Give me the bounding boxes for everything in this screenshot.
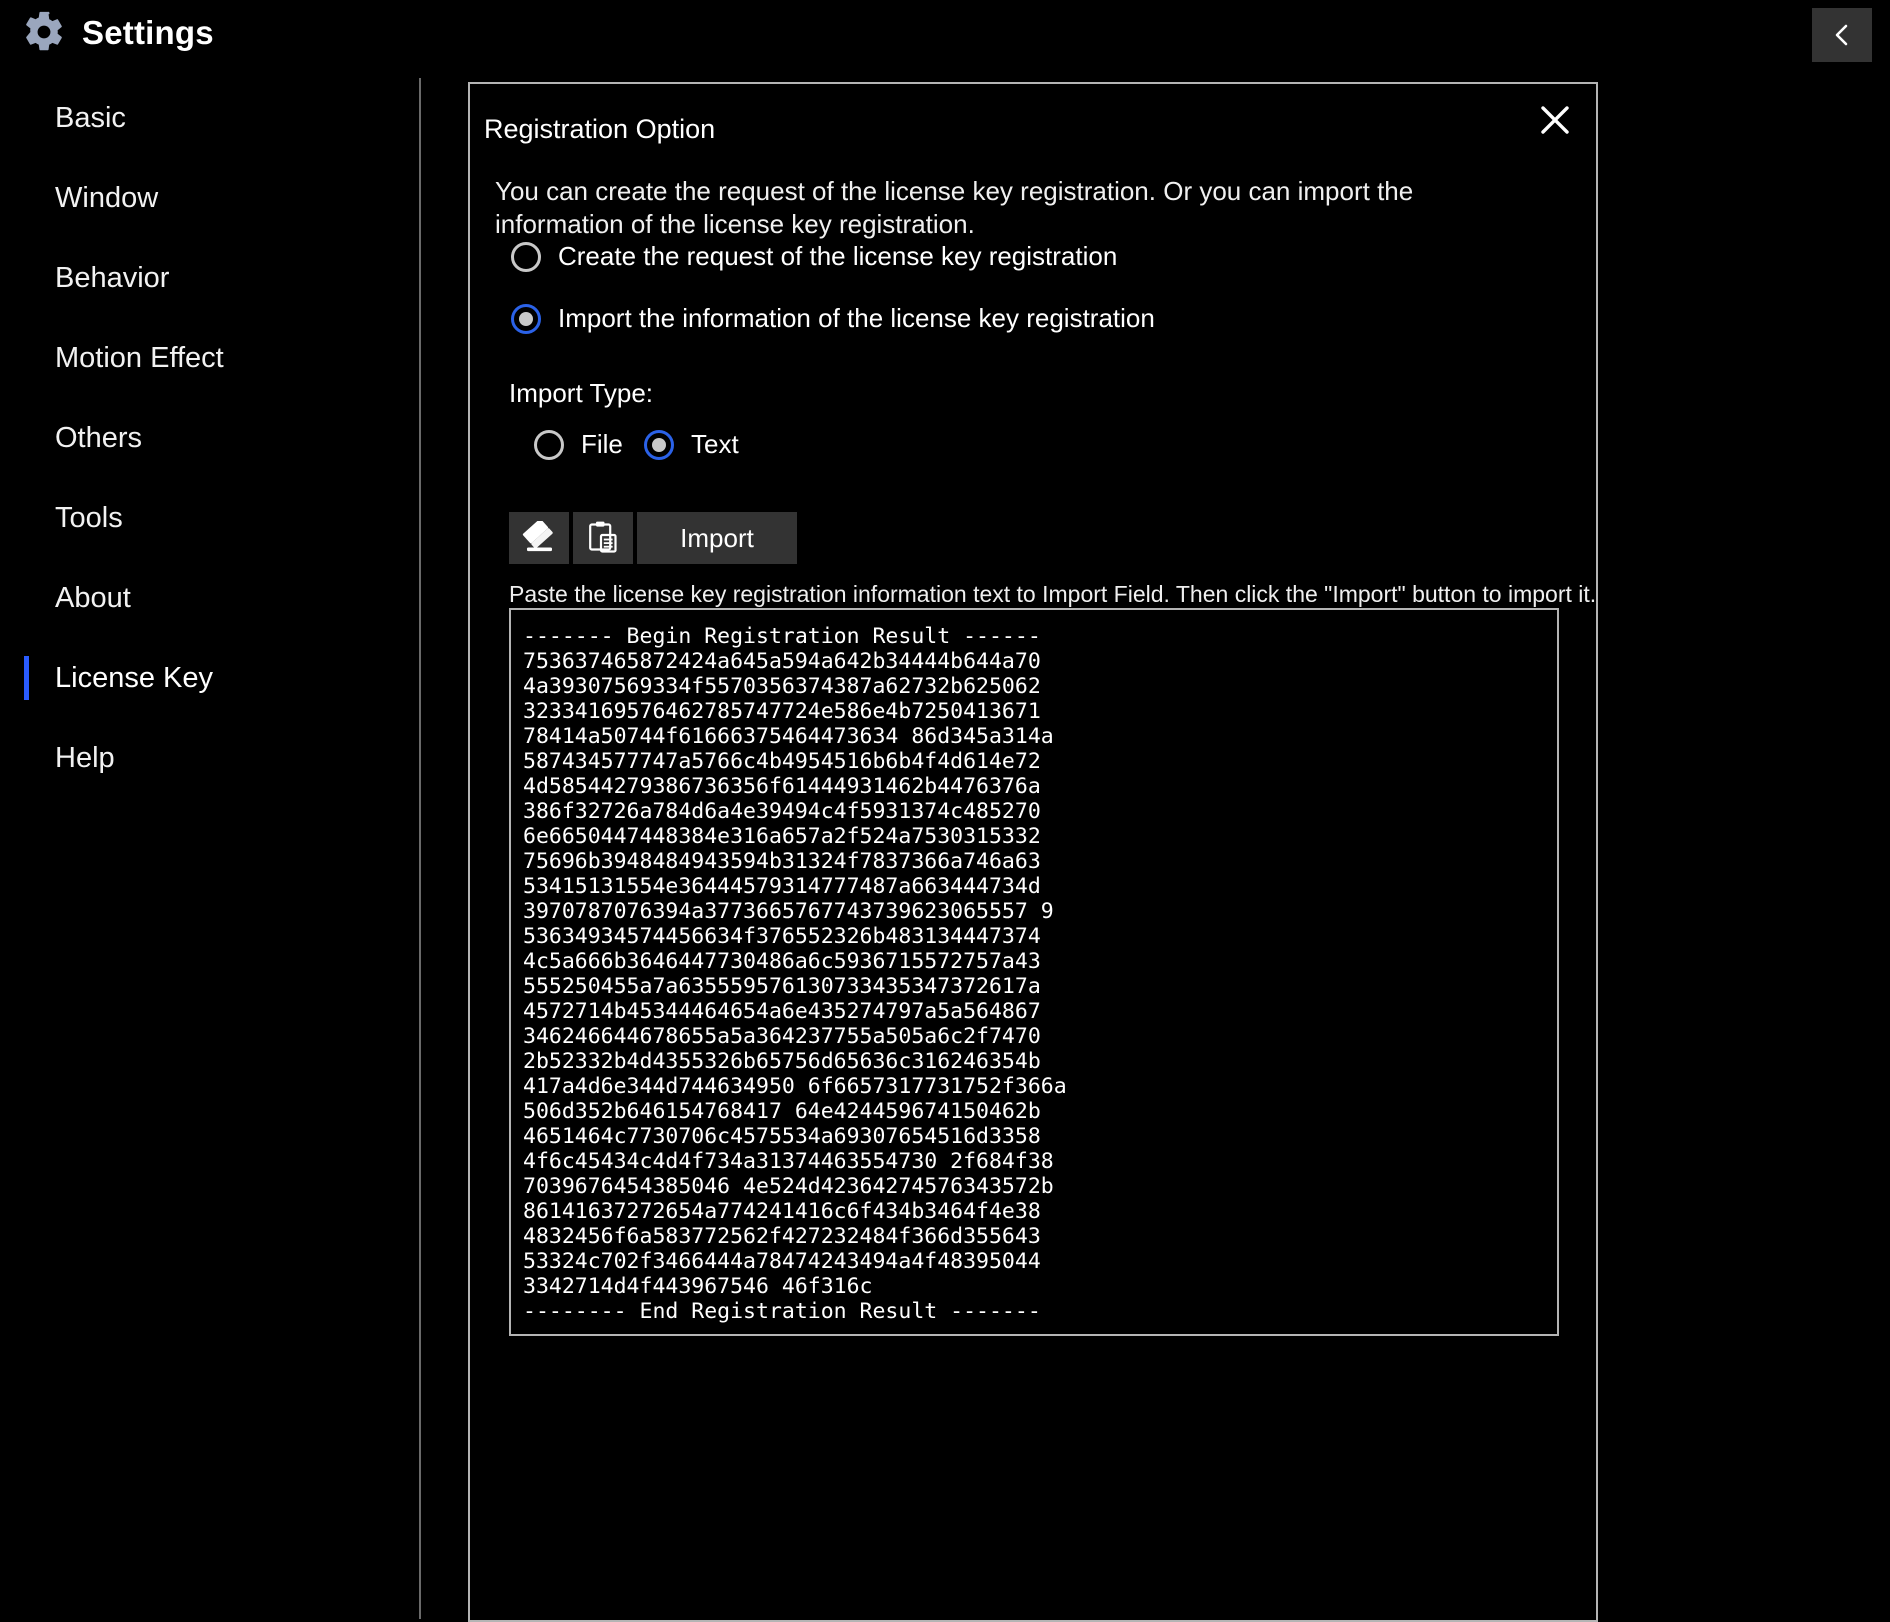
sidebar-item-basic[interactable]: Basic [0,78,419,158]
radio-label: Create the request of the license key re… [558,241,1118,271]
settings-window: Settings Basic Window Behavior Motion Ef… [0,0,1890,1622]
import-field-textarea[interactable] [509,608,1559,1336]
radio-label: File [581,429,623,459]
sidebar-item-help[interactable]: Help [0,718,419,798]
sidebar-item-behavior[interactable]: Behavior [0,238,419,318]
radio-indicator [644,429,674,460]
import-button[interactable]: Import [637,512,797,564]
sidebar-item-label: About [55,581,131,614]
radio-label: Text [691,429,739,459]
sidebar-item-license-key[interactable]: License Key [0,638,419,718]
collapse-panel-button[interactable] [1812,8,1872,62]
radio-create-request[interactable]: Create the request of the license key re… [511,241,1117,272]
chevron-left-icon [1829,20,1855,50]
close-dialog-button[interactable] [1530,96,1580,146]
app-title: Settings [82,13,214,51]
sidebar-item-label: Window [55,181,159,214]
sidebar-item-others[interactable]: Others [0,398,419,478]
sidebar-item-window[interactable]: Window [0,158,419,238]
radio-indicator [511,303,541,334]
sidebar: Basic Window Behavior Motion Effect Othe… [0,78,421,1619]
radio-indicator [534,429,564,460]
sidebar-item-label: Tools [55,501,123,534]
registration-option-dialog: Registration Option You can create the r… [468,82,1598,1622]
dialog-title: Registration Option [484,114,716,144]
dialog-description: You can create the request of the licens… [495,176,1414,240]
titlebar: Settings [0,0,1890,78]
radio-indicator [511,241,541,272]
close-icon [1538,103,1572,140]
sidebar-item-label: Others [55,421,143,454]
sidebar-item-tools[interactable]: Tools [0,478,419,558]
sidebar-item-label: License Key [55,661,213,694]
sidebar-item-label: Basic [55,101,126,134]
sidebar-item-motion-effect[interactable]: Motion Effect [0,318,419,398]
main-content: Registration Option You can create the r… [421,78,1890,1622]
clear-field-button[interactable] [509,512,569,564]
eraser-icon [522,518,556,556]
sidebar-item-label: Motion Effect [55,341,224,374]
radio-label: Import the information of the license ke… [558,303,1155,333]
import-toolbar: Import [509,512,797,564]
paste-from-clipboard-button[interactable] [573,512,633,564]
radio-import-information[interactable]: Import the information of the license ke… [511,303,1155,334]
clipboard-paste-icon [588,520,618,557]
gear-icon [22,10,66,54]
radio-import-type-file[interactable]: File [534,429,623,460]
import-hint: Paste the license key registration infor… [509,581,1597,607]
sidebar-item-about[interactable]: About [0,558,419,638]
sidebar-item-label: Help [55,741,115,774]
titlebar-brand: Settings [22,10,214,54]
radio-import-type-text[interactable]: Text [644,429,739,460]
import-type-label: Import Type: [509,378,654,408]
sidebar-item-label: Behavior [55,261,170,294]
